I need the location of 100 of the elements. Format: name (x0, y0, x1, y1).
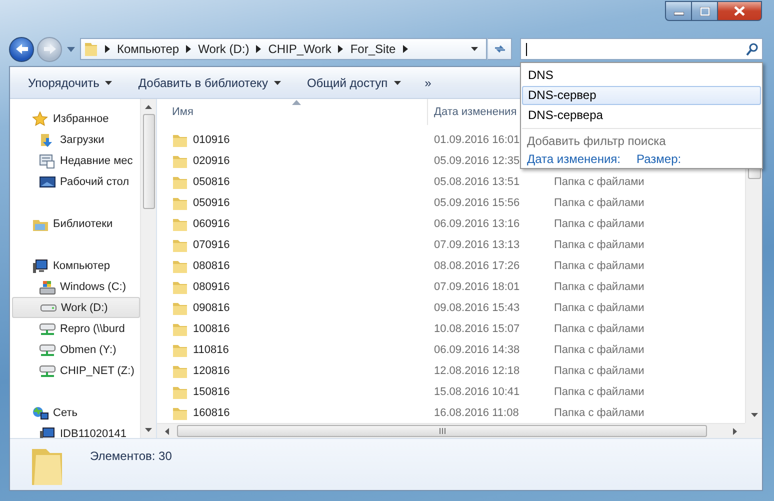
caret-icon (274, 80, 281, 84)
search-field[interactable] (520, 38, 763, 60)
date-cell: 01.09.2016 16:01 (434, 134, 520, 146)
file-name[interactable]: 110816 (193, 344, 434, 356)
refresh-button[interactable] (487, 38, 512, 60)
date-cell: 09.08.2016 15:43 (434, 302, 520, 314)
nav-item[interactable]: Obmen (Y:) (12, 339, 140, 360)
search-suggestion[interactable]: DNS-сервер (522, 86, 761, 105)
recent-places-icon (39, 152, 56, 168)
filter-hint: Добавить фильтр поиска (526, 133, 667, 150)
nav-item[interactable]: Библиотеки (12, 213, 140, 234)
nav-item[interactable]: Избранное (12, 108, 140, 129)
nav-item[interactable]: Рабочий стол (12, 171, 140, 192)
scrollbar[interactable] (140, 99, 156, 438)
file-name[interactable]: 010916 (193, 134, 434, 146)
scrollbar[interactable] (157, 423, 745, 438)
nav-item[interactable]: Repro (\\burd (12, 318, 140, 339)
file-name[interactable]: 020916 (193, 154, 434, 166)
scroll-thumb[interactable] (142, 114, 154, 209)
file-name[interactable]: 050816 (193, 176, 434, 188)
column-header[interactable]: Имя (172, 99, 427, 125)
desktop-icon (39, 174, 56, 190)
date-cell: 06.09.2016 13:16 (434, 218, 520, 230)
date-cell: 06.09.2016 14:38 (434, 344, 520, 356)
search-suggestion[interactable]: DNS (522, 66, 761, 85)
search-filter-link[interactable]: Дата изменения: (527, 152, 620, 166)
nav-item[interactable]: IDB11020141 (12, 423, 140, 438)
type-cell: Папка с файлами (554, 260, 644, 272)
type-cell: Папка с файлами (554, 238, 644, 250)
scroll-thumb[interactable] (177, 425, 707, 437)
toolbar-menu-button[interactable]: Добавить в библиотеку (126, 70, 293, 94)
close-icon (734, 6, 745, 16)
history-caret-icon (67, 46, 75, 52)
breadcrumb[interactable]: Work (D:) (198, 42, 250, 56)
sort-arrow-icon (292, 100, 301, 105)
scroll-down-icon (750, 411, 758, 419)
date-cell: 07.09.2016 13:13 (434, 238, 520, 250)
date-cell: 12.08.2016 12:18 (434, 364, 520, 376)
scroll-right-icon (731, 428, 739, 434)
back-button[interactable] (9, 36, 34, 62)
toolbar-overflow-button[interactable]: » (414, 76, 442, 90)
chevron-icon (338, 45, 344, 53)
file-name[interactable]: 120816 (193, 364, 434, 376)
type-cell: Папка с файлами (554, 302, 644, 314)
date-cell: 08.08.2016 17:26 (434, 260, 520, 272)
file-name[interactable]: 060916 (193, 218, 434, 230)
nav-item[interactable]: Компьютер (12, 255, 140, 276)
type-cell: Папка с файлами (554, 322, 644, 334)
network-icon (32, 404, 49, 420)
breadcrumb[interactable]: Компьютер (117, 42, 180, 56)
nav-item[interactable]: Загрузки (12, 129, 140, 150)
search-filter-link[interactable]: Размер: (636, 152, 682, 166)
star-icon (32, 110, 49, 126)
date-cell: 05.08.2016 13:51 (434, 176, 520, 188)
scroll-left-icon (163, 428, 171, 434)
search-suggestion[interactable]: DNS-сервера (522, 106, 761, 125)
nav-item[interactable]: Work (D:) (12, 297, 140, 318)
folder-icon (84, 41, 98, 57)
type-cell: Папка с файлами (554, 344, 644, 356)
date-cell: 07.09.2016 18:01 (434, 280, 520, 292)
maximize-icon (700, 6, 710, 16)
type-cell: Папка с файлами (554, 176, 644, 188)
nav-item[interactable]: Windows (C:) (12, 276, 140, 297)
file-name[interactable]: 070916 (193, 238, 434, 250)
nav-item[interactable]: Сеть (12, 402, 140, 423)
file-name[interactable]: 050916 (193, 196, 434, 208)
nav-item[interactable]: CHIP_NET (Z:) (12, 360, 140, 381)
file-name[interactable]: 080816 (193, 260, 434, 272)
file-name[interactable]: 160816 (193, 406, 434, 418)
minimize-icon (674, 12, 684, 16)
refresh-icon (492, 43, 506, 55)
computer-icon (32, 258, 49, 274)
file-name[interactable]: 090816 (193, 302, 434, 314)
address-field[interactable]: Компьютер Work (D:) CHIP_Work For_Site (80, 38, 487, 60)
toolbar-menu-button[interactable]: Общий доступ (294, 70, 413, 94)
column-header[interactable]: Дата изменения (427, 99, 517, 125)
file-name[interactable]: 150816 (193, 386, 434, 398)
item-count: Элементов: 30 (90, 449, 172, 463)
system-drive-icon (39, 278, 56, 294)
date-cell: 05.09.2016 15:56 (434, 196, 520, 208)
file-name[interactable]: 100816 (193, 322, 434, 334)
arrow-right-icon (42, 43, 56, 55)
toolbar-menu-button[interactable]: Упорядочить (16, 70, 124, 94)
chevron-icon (186, 45, 192, 53)
caret-icon (394, 80, 401, 84)
type-cell: Папка с файлами (554, 364, 644, 376)
breadcrumb[interactable]: For_Site (350, 42, 396, 56)
chevron-icon (256, 45, 262, 53)
minimize-button[interactable] (665, 1, 692, 21)
computer-icon (39, 426, 56, 438)
nav-item[interactable]: Недавние мес (12, 150, 140, 171)
search-icon (746, 42, 758, 56)
breadcrumb[interactable]: CHIP_Work (268, 42, 332, 56)
type-cell: Папка с файлами (554, 386, 644, 398)
file-name[interactable]: 080916 (193, 280, 434, 292)
maximize-button[interactable] (692, 1, 718, 21)
caret-icon (105, 80, 112, 84)
close-button[interactable] (718, 1, 762, 21)
network-drive-icon (39, 342, 56, 358)
type-cell: Папка с файлами (554, 406, 644, 418)
